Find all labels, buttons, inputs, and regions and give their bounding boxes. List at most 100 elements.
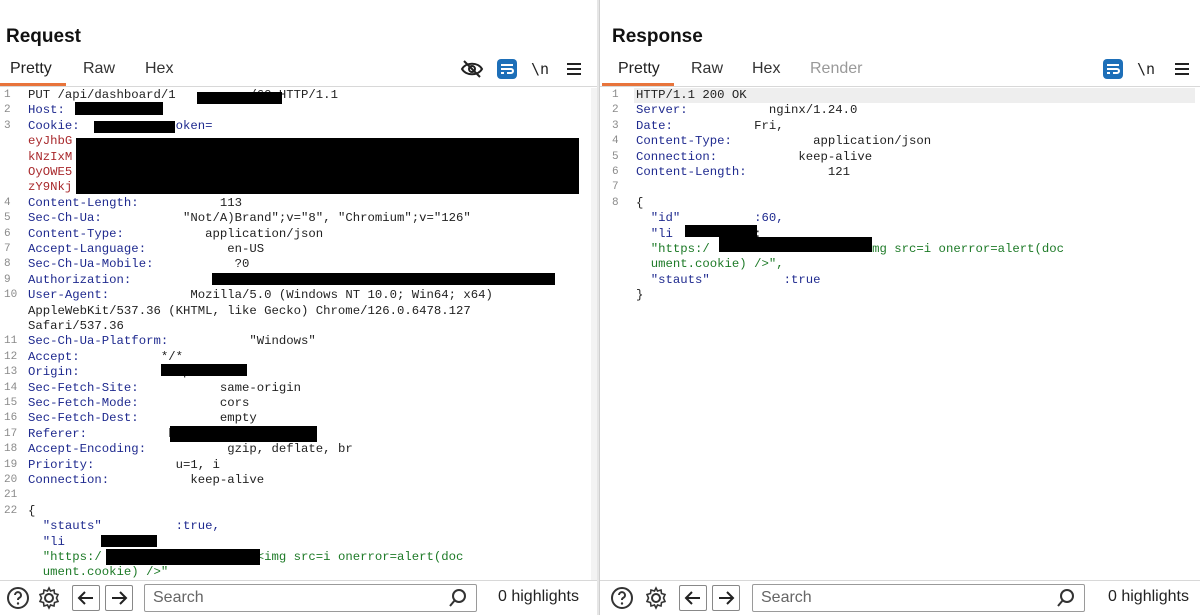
request-search-box [144,584,477,612]
line-number: 2 [4,104,11,117]
tab-hex[interactable]: Hex [752,60,780,78]
menu-button[interactable] [1169,56,1195,82]
code-line: 16 Sec-Fetch-Dest: empty [0,411,597,426]
code-token: Sec-Fetch-Dest: [28,411,147,426]
code-line: 11 Sec-Ch-Ua-Platform: "Windows" [0,334,597,349]
line-content: zY9Nkj [28,180,72,195]
code-line: 7 [600,180,1200,195]
line-content: Sec-Ch-Ua-Platform: "Windows" [28,334,316,349]
line-content: Priority: u=1, i [28,458,220,473]
line-content: Content-Length: 121 [636,165,850,180]
line-content: Sec-Fetch-Site: same-origin [28,381,301,396]
code-token: 121 [827,165,851,179]
code-token: Sec-Fetch-Mode: [28,396,147,410]
redacted-gap [131,227,205,241]
hide-nonprintable-button[interactable] [459,56,485,82]
code-token: "https:/ [636,242,710,256]
code-token: application/json [205,226,324,241]
tab-render[interactable]: Render [810,60,862,78]
code-token: nginx/1.24.0 [768,103,858,118]
code-token: "id" [636,211,681,226]
code-token: } [636,288,644,303]
arrow-left-icon [77,591,93,605]
response-search-input[interactable] [759,587,1043,609]
line-number: 18 [4,443,18,456]
code-line: 3 Cookie: -token= [0,119,597,134]
help-button[interactable] [608,585,636,611]
line-content: User-Agent: Mozilla/5.0 (Windows NT 10.0… [28,288,493,303]
code-token: Content-Length: [28,195,147,210]
code-line: 21 [0,488,597,503]
code-line: "stauts" :true, [0,519,597,534]
code-token: kNzIxM [28,149,73,164]
tab-raw[interactable]: Raw [691,60,723,78]
forward-button[interactable] [712,585,740,611]
code-line: 4 Content-Length: 113 [0,196,597,211]
code-token: Priority: [28,457,102,472]
line-number: 14 [4,381,18,394]
line-content: Sec-Ch-Ua: "Not/A)Brand";v="8", "Chromiu… [28,211,471,226]
request-search-input[interactable] [151,587,435,609]
redacted-gap [680,119,754,133]
code-line: 19 Priority: u=1, i [0,458,597,473]
tab-pretty[interactable]: Pretty [10,60,52,78]
line-number: 22 [4,504,18,517]
settings-button[interactable] [642,585,670,611]
code-token: Date: [636,118,681,133]
search-icon[interactable] [1056,588,1076,608]
newline-toggle-button[interactable]: \n [1133,56,1159,82]
help-icon [7,587,29,609]
wrap-lines-button[interactable] [1100,56,1126,82]
tab-pretty[interactable]: Pretty [618,60,660,78]
redaction-bar [75,102,163,115]
line-content: { [28,504,35,519]
line-content: ument.cookie) />", [636,257,784,272]
help-button[interactable] [4,585,32,611]
code-line: ument.cookie) />" [0,565,597,580]
redacted-gap [102,458,176,472]
line-number: 17 [4,427,18,440]
line-number: 1 [612,89,619,101]
wrap-icon [1103,59,1123,79]
redacted-gap [695,103,769,117]
line-content: Safari/537.36 [28,319,124,334]
redaction-bar [719,237,872,252]
code-line: 8 Sec-Ch-Ua-Mobile: ?0 [0,257,597,272]
code-token: "Not/A)Brand";v="8", "Chromium";v="126" [182,211,471,226]
menu-button[interactable] [561,56,587,82]
back-button[interactable] [679,585,707,611]
help-icon [611,587,633,609]
redaction-bar [161,364,247,376]
tab-hex[interactable]: Hex [145,60,173,78]
forward-button[interactable] [105,585,133,611]
response-editor[interactable]: 1 HTTP/1.1 200 OK 2 Server: nginx/1.24.0 3 Da… [600,88,1200,581]
code-token: Connection: [28,473,117,487]
line-number: 12 [4,350,18,363]
code-token: */* [160,349,183,364]
code-line: AppleWebKit/537.36 (KHTML, like Gecko) C… [0,304,597,319]
line-number: 4 [612,135,619,148]
search-icon[interactable] [448,588,468,608]
code-token: Sec-Fetch-Site: [28,380,147,395]
gear-icon [645,586,667,610]
back-button[interactable] [72,585,100,611]
hamburger-menu-icon [1175,63,1189,75]
code-token: ument.cookie) />", [636,257,784,272]
code-line: 14 Sec-Fetch-Site: same-origin [0,381,597,396]
line-number: 5 [612,150,619,163]
tab-raw[interactable]: Raw [83,60,115,78]
line-content: "stauts" :true, [28,519,220,534]
newline-toggle-button[interactable]: \n [527,56,553,82]
code-token: ?0 [234,257,250,272]
code-token: same-origin [219,380,302,395]
wrap-lines-button[interactable] [494,56,520,82]
redacted-gap [102,519,176,533]
code-token: "stauts" [28,519,102,534]
line-content: OyOWE5 [28,165,72,180]
settings-button[interactable] [35,585,63,611]
line-content: Date: Fri, [636,119,791,134]
arrow-right-icon [112,591,128,605]
highlights-count: 0 highlights [1108,588,1189,605]
code-token: empty [219,411,257,426]
line-number: 6 [4,227,11,240]
